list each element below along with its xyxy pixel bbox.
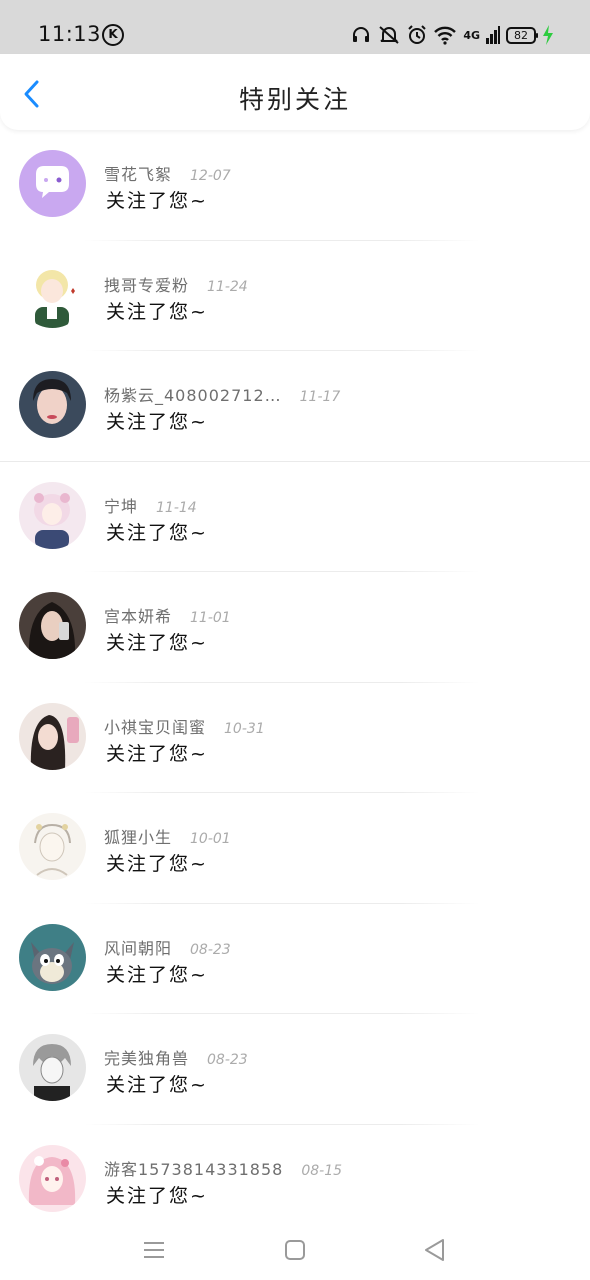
status-icons: 4G 82 xyxy=(351,22,554,48)
follow-date: 11-14 xyxy=(156,499,197,516)
follow-message: 关注了您~ xyxy=(106,742,208,765)
user-name: 拽哥专爱粉 xyxy=(104,275,190,295)
name-line: 游客1573814331858 08-15 xyxy=(104,1156,342,1180)
user-name: 杨紫云_408002712… xyxy=(104,386,282,405)
photo-avatar-icon xyxy=(19,592,86,659)
follow-message: 关注了您~ xyxy=(106,300,208,323)
cartoon-cat-avatar-icon xyxy=(19,923,86,991)
photo-avatar-icon xyxy=(19,371,86,438)
manga-avatar-icon xyxy=(19,1034,86,1101)
avatar[interactable] xyxy=(19,923,86,991)
menu-icon xyxy=(144,1242,164,1258)
avatar[interactable] xyxy=(19,592,86,659)
k-badge-icon: K xyxy=(102,24,124,46)
follow-message: 关注了您~ xyxy=(106,411,208,433)
anime-girl-avatar-icon xyxy=(19,481,86,549)
follow-date: 11-17 xyxy=(299,389,341,405)
headphones-icon xyxy=(353,27,370,42)
list-item[interactable]: 雪花飞絮 12-07 关注了您~ xyxy=(0,130,590,241)
alarm-icon xyxy=(408,25,427,44)
name-line: 狐狸小生 10-01 xyxy=(104,824,231,848)
follow-message: 关注了您~ xyxy=(106,190,208,212)
status-bar: 11:13 K 4G 82 xyxy=(0,0,590,54)
avatar[interactable] xyxy=(19,1034,86,1101)
list-item[interactable]: 宁坤 11-14 关注了您~ xyxy=(0,462,590,572)
home-button[interactable] xyxy=(277,1232,313,1268)
avatar[interactable] xyxy=(19,1144,86,1212)
follow-message: 关注了您~ xyxy=(106,521,208,544)
status-time: 11:13 xyxy=(38,22,102,46)
system-back-button[interactable] xyxy=(417,1232,453,1268)
user-name: 完美独角兽 xyxy=(104,1049,190,1068)
user-name: 宫本妍希 xyxy=(104,607,173,626)
list-item[interactable]: 风间朝阳 08-23 关注了您~ xyxy=(0,904,590,1014)
name-line: 小祺宝贝闺蜜 10-31 xyxy=(104,714,265,738)
sketch-avatar-icon xyxy=(19,813,86,880)
avatar[interactable] xyxy=(19,150,86,217)
follow-date: 11-24 xyxy=(207,278,248,295)
follow-date: 11-01 xyxy=(190,610,231,626)
wifi-icon xyxy=(434,26,457,45)
battery-icon: 82 xyxy=(506,26,538,44)
header: 特别关注 xyxy=(0,54,590,130)
user-name: 雪花飞絮 xyxy=(104,165,173,184)
follow-date: 10-01 xyxy=(190,831,231,847)
user-name: 狐狸小生 xyxy=(104,828,173,847)
list-item[interactable]: 宫本妍希 11-01 关注了您~ xyxy=(0,572,590,683)
system-nav-bar xyxy=(0,1222,590,1280)
follow-message: 关注了您~ xyxy=(106,1184,208,1207)
name-line: 杨紫云_408002712… 11-17 xyxy=(104,382,340,406)
list-item[interactable]: 拽哥专爱粉 11-24 关注了您~ xyxy=(0,241,590,351)
menu-button[interactable] xyxy=(136,1232,172,1268)
follow-date: 10-31 xyxy=(224,720,265,737)
follow-date: 08-15 xyxy=(301,1162,343,1179)
user-name: 风间朝阳 xyxy=(104,938,173,958)
name-line: 风间朝阳 08-23 xyxy=(104,935,231,959)
avatar[interactable] xyxy=(19,813,86,880)
back-triangle-icon xyxy=(425,1239,444,1261)
charging-icon xyxy=(543,25,553,45)
avatar[interactable] xyxy=(19,371,86,438)
mute-icon xyxy=(379,26,399,44)
name-line: 宁坤 11-14 xyxy=(104,493,197,517)
avatar[interactable] xyxy=(19,702,86,770)
special-follow-list: 雪花飞絮 12-07 关注了您~ 拽哥专爱粉 11-24 关注了您~ 杨紫云_4… xyxy=(0,130,590,1235)
avatar[interactable] xyxy=(19,260,86,328)
user-name: 宁坤 xyxy=(104,496,139,516)
user-name: 小祺宝贝闺蜜 xyxy=(104,717,207,737)
name-line: 拽哥专爱粉 11-24 xyxy=(104,272,248,296)
home-square-icon xyxy=(285,1240,305,1260)
follow-message: 关注了您~ xyxy=(106,853,208,875)
follow-date: 08-23 xyxy=(190,941,231,958)
anime-boy-avatar-icon xyxy=(19,260,86,328)
list-item[interactable]: 狐狸小生 10-01 关注了您~ xyxy=(0,793,590,904)
follow-message: 关注了您~ xyxy=(106,632,208,654)
page-title: 特别关注 xyxy=(238,85,351,114)
follow-date: 08-23 xyxy=(207,1052,248,1068)
list-item[interactable]: 游客1573814331858 08-15 关注了您~ xyxy=(0,1125,590,1236)
follow-message: 关注了您~ xyxy=(106,1074,208,1096)
network-label: 4G xyxy=(463,28,480,42)
name-line: 完美独角兽 08-23 xyxy=(104,1045,248,1069)
list-item[interactable]: 杨紫云_408002712… 11-17 关注了您~ xyxy=(0,351,590,462)
follow-date: 12-07 xyxy=(190,168,231,184)
follow-message: 关注了您~ xyxy=(106,963,208,986)
pink-anime-avatar-icon xyxy=(19,1144,86,1212)
user-name: 游客1573814331858 xyxy=(104,1159,284,1179)
avatar[interactable] xyxy=(19,481,86,549)
name-line: 宫本妍希 11-01 xyxy=(104,603,231,627)
purple-chat-avatar-icon xyxy=(19,150,86,217)
signal-icon xyxy=(486,26,500,44)
list-item[interactable]: 小祺宝贝闺蜜 10-31 关注了您~ xyxy=(0,683,590,793)
list-item[interactable]: 完美独角兽 08-23 关注了您~ xyxy=(0,1014,590,1125)
photo-avatar-icon xyxy=(19,702,86,770)
name-line: 雪花飞絮 12-07 xyxy=(104,161,231,185)
